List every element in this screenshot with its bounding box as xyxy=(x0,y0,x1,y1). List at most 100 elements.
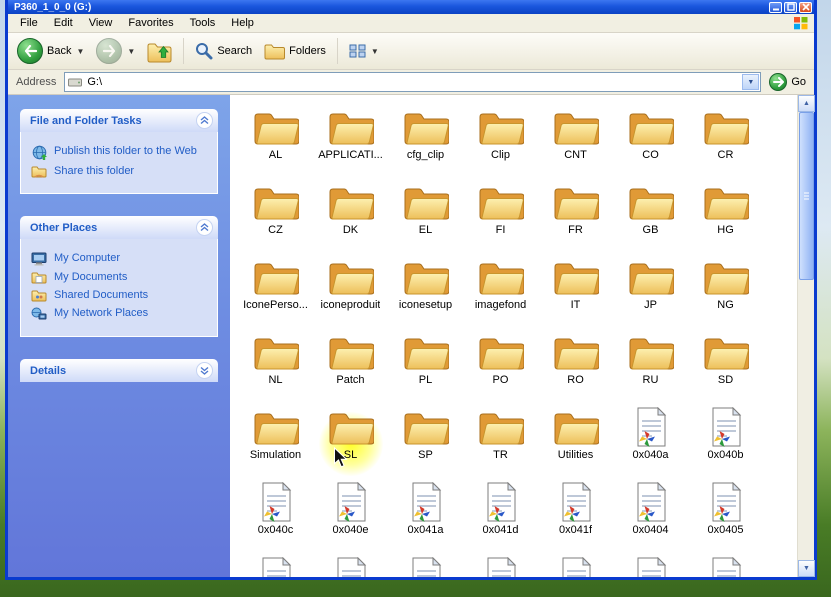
folder-item[interactable]: cfg_clip xyxy=(388,104,463,179)
menu-file[interactable]: File xyxy=(12,15,46,31)
folder-icon xyxy=(328,257,374,297)
file-item[interactable] xyxy=(613,554,688,577)
item-label: 0x041a xyxy=(407,524,444,536)
folder-icon xyxy=(628,257,674,297)
up-button[interactable] xyxy=(142,38,177,65)
folder-icon xyxy=(553,107,599,147)
folder-item[interactable]: CNT xyxy=(538,104,613,179)
menu-bar: File Edit View Favorites Tools Help xyxy=(8,14,814,33)
file-item[interactable] xyxy=(238,554,313,577)
folder-item[interactable]: GB xyxy=(613,179,688,254)
file-item[interactable] xyxy=(313,554,388,577)
folder-item[interactable]: HG xyxy=(688,179,763,254)
folder-item[interactable]: iconesetup xyxy=(388,254,463,329)
folder-item[interactable]: Utilities xyxy=(538,404,613,479)
views-button[interactable]: ▼ xyxy=(344,42,384,61)
menu-help[interactable]: Help xyxy=(223,15,262,31)
scrollbar-thumb[interactable] xyxy=(799,112,814,280)
menu-view[interactable]: View xyxy=(81,15,121,31)
item-label: CO xyxy=(642,149,659,161)
forward-icon xyxy=(96,38,123,64)
my-network-places-link[interactable]: My Network Places xyxy=(31,307,211,321)
folder-item[interactable]: CZ xyxy=(238,179,313,254)
folder-item[interactable]: NL xyxy=(238,329,313,404)
file-item[interactable]: 0x040b xyxy=(688,404,763,479)
item-label: IconePerso... xyxy=(243,299,308,311)
folder-item[interactable]: IconePerso... xyxy=(238,254,313,329)
search-button[interactable]: Search xyxy=(190,40,257,62)
file-item[interactable] xyxy=(688,554,763,577)
folder-item[interactable]: Patch xyxy=(313,329,388,404)
place-label: My Computer xyxy=(54,252,121,264)
go-button[interactable]: Go xyxy=(769,73,806,91)
folder-item[interactable]: EL xyxy=(388,179,463,254)
close-button[interactable] xyxy=(799,1,812,13)
folder-item[interactable]: iconeproduit xyxy=(313,254,388,329)
file-item[interactable]: 0x040a xyxy=(613,404,688,479)
file-item[interactable]: 0x041a xyxy=(388,479,463,554)
file-item[interactable] xyxy=(538,554,613,577)
address-input[interactable]: G:\ ▼ xyxy=(64,72,762,92)
collapse-button[interactable] xyxy=(196,219,213,236)
folder-item[interactable]: IT xyxy=(538,254,613,329)
other-places-panel: Other Places My Computer My Documents Sh… xyxy=(20,216,218,337)
menu-favorites[interactable]: Favorites xyxy=(120,15,181,31)
menu-edit[interactable]: Edit xyxy=(46,15,81,31)
folder-item[interactable]: DK xyxy=(313,179,388,254)
address-dropdown-button[interactable]: ▼ xyxy=(742,74,760,90)
item-label: 0x040c xyxy=(257,524,294,536)
file-item[interactable] xyxy=(463,554,538,577)
my-computer-link[interactable]: My Computer xyxy=(31,252,211,266)
shared-documents-link[interactable]: Shared Documents xyxy=(31,289,211,302)
file-item[interactable]: 0x0404 xyxy=(613,479,688,554)
file-folder-tasks-header[interactable]: File and Folder Tasks xyxy=(20,109,218,132)
scroll-up-button[interactable]: ▲ xyxy=(798,95,815,112)
views-dropdown-icon: ▼ xyxy=(370,46,379,56)
share-folder-link[interactable]: Share this folder xyxy=(31,165,211,178)
title-bar[interactable]: P360_1_0_0 (G:) xyxy=(8,0,814,14)
scroll-down-button[interactable]: ▼ xyxy=(798,560,815,577)
folder-item[interactable]: CO xyxy=(613,104,688,179)
folder-item[interactable]: FR xyxy=(538,179,613,254)
folder-item[interactable]: Clip xyxy=(463,104,538,179)
folder-item[interactable]: SD xyxy=(688,329,763,404)
file-item[interactable] xyxy=(388,554,463,577)
folder-item[interactable]: TR xyxy=(463,404,538,479)
file-item[interactable]: 0x041d xyxy=(463,479,538,554)
folder-item[interactable]: Simulation xyxy=(238,404,313,479)
folder-item[interactable]: RU xyxy=(613,329,688,404)
vertical-scrollbar[interactable]: ▲ ▼ xyxy=(797,95,815,577)
collapse-button[interactable] xyxy=(196,112,213,129)
forward-button[interactable]: ▼ xyxy=(91,36,140,66)
expand-button[interactable] xyxy=(196,362,213,379)
document-icon xyxy=(628,407,674,447)
maximize-button[interactable] xyxy=(784,1,797,13)
folder-item[interactable]: SL xyxy=(313,404,388,479)
folder-item[interactable]: CR xyxy=(688,104,763,179)
file-item[interactable]: 0x041f xyxy=(538,479,613,554)
item-label: PL xyxy=(418,374,433,386)
folder-item[interactable]: APPLICATI... xyxy=(313,104,388,179)
folder-item[interactable]: RO xyxy=(538,329,613,404)
folder-icon xyxy=(403,332,449,372)
publish-to-web-link[interactable]: Publish this folder to the Web xyxy=(31,145,211,160)
back-button[interactable]: Back ▼ xyxy=(12,36,89,66)
details-header[interactable]: Details xyxy=(20,359,218,382)
minimize-button[interactable] xyxy=(769,1,782,13)
folder-item[interactable]: PL xyxy=(388,329,463,404)
other-places-header[interactable]: Other Places xyxy=(20,216,218,239)
folder-item[interactable]: PO xyxy=(463,329,538,404)
windows-logo-icon xyxy=(794,16,810,30)
folders-button[interactable]: Folders xyxy=(259,41,331,62)
file-item[interactable]: 0x0405 xyxy=(688,479,763,554)
folder-item[interactable]: imagefond xyxy=(463,254,538,329)
file-item[interactable]: 0x040e xyxy=(313,479,388,554)
folder-item[interactable]: FI xyxy=(463,179,538,254)
folder-item[interactable]: AL xyxy=(238,104,313,179)
folder-item[interactable]: NG xyxy=(688,254,763,329)
folder-item[interactable]: SP xyxy=(388,404,463,479)
folder-item[interactable]: JP xyxy=(613,254,688,329)
menu-tools[interactable]: Tools xyxy=(182,15,224,31)
file-item[interactable]: 0x040c xyxy=(238,479,313,554)
my-documents-link[interactable]: My Documents xyxy=(31,271,211,284)
